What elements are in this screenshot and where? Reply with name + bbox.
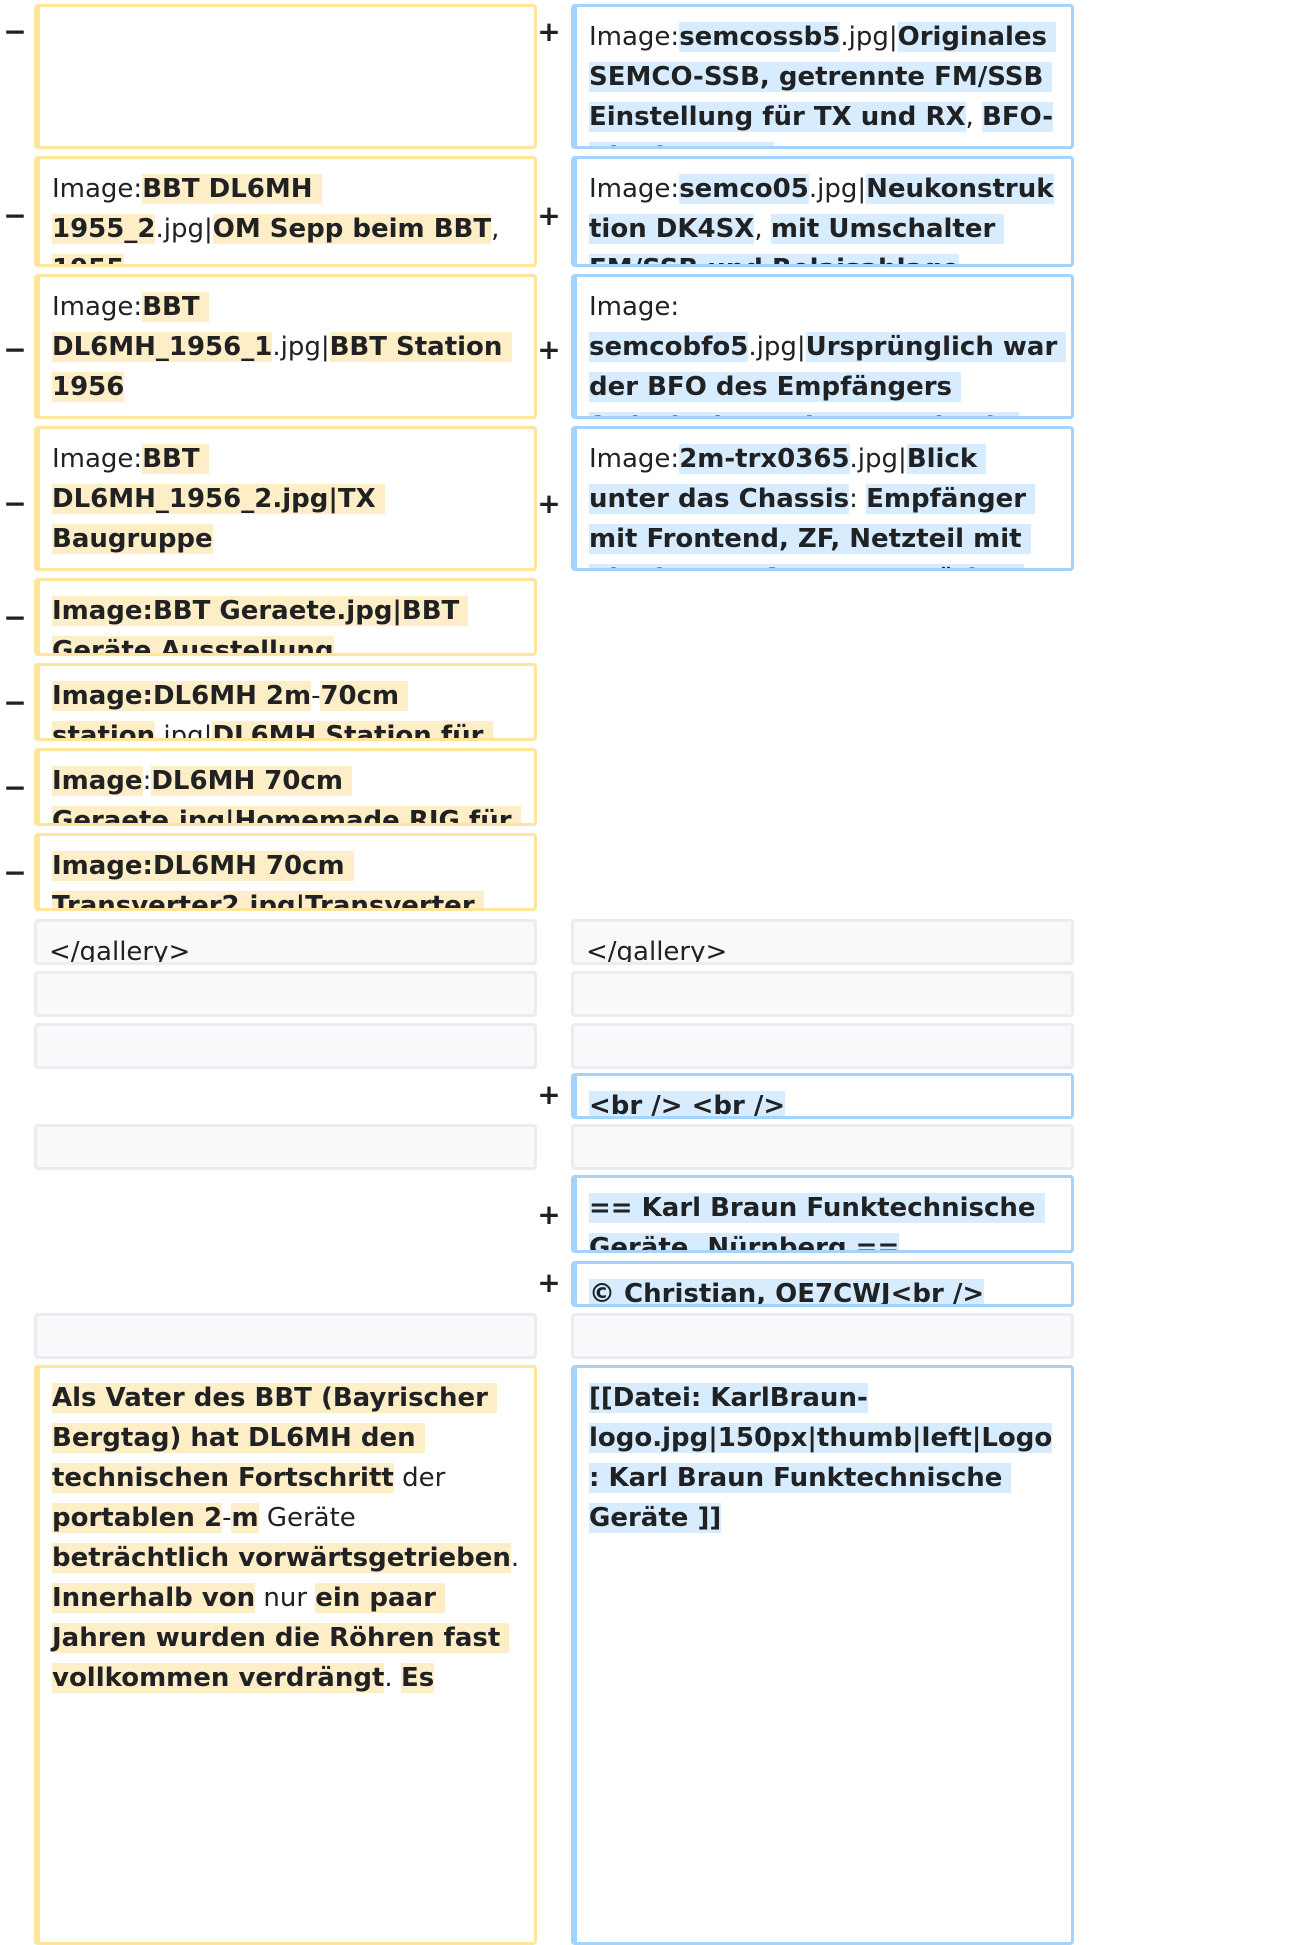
changed-text-segment: semcossb5 [679,22,841,52]
unchanged-text-segment: .jpg| [272,332,330,362]
unchanged-text-segment: .jpg| [849,444,907,474]
deleted-line-bbt-station-1956: Image:BBT DL6MH_1956_1.jpg|BBT Station 1… [34,274,537,419]
changed-text-segment: m [231,1503,259,1533]
context-line-empty [571,1313,1074,1359]
unchanged-text-segment: Image: [589,174,680,204]
unchanged-text-segment: nur [255,1583,316,1613]
added-line-semco05: Image:semco05.jpg|Neukonstruktion DK4SX,… [571,156,1074,267]
changed-text-segment: portablen 2 [52,1503,223,1533]
deleted-line-homemade-rig: Image:DL6MH 70cm Geraete.jpg|Homemade RI… [34,748,537,826]
unchanged-text-segment: Image: [589,292,688,322]
changed-text-segment: Image [52,766,143,796]
added-line-semcossb5: Image:semcossb5.jpg|Originales SEMCO-SSB… [571,4,1074,149]
deletion-marker: − [3,686,27,719]
added-line-2m-trx0365: Image:2m-trx0365.jpg|Blick unter das Cha… [571,426,1074,571]
unchanged-text-segment: </gallery> [586,937,728,965]
context-line-empty [34,1023,537,1069]
context-line-empty [571,1124,1074,1170]
deleted-line-empty [34,4,537,149]
unchanged-text-segment: Image: [52,444,143,474]
addition-marker: + [537,487,561,520]
unchanged-text-segment: der [393,1463,454,1493]
added-line-semcobfo5: Image: semcobfo5.jpg|Ursprünglich war de… [571,274,1074,419]
unchanged-text-segment: , [965,102,983,132]
context-line-gallery-close: </gallery> [34,919,537,965]
unchanged-text-segment: </gallery> [49,937,191,965]
deletion-marker: − [3,601,27,634]
addition-marker: + [537,333,561,366]
changed-text-segment: Image:BBT Geraete.jpg|BBT Geräte Ausstel… [52,596,469,653]
context-line-empty [34,1124,537,1170]
changed-text-segment: Image:DL6MH 2m [52,681,312,711]
unchanged-text-segment: .jpg| [155,721,213,741]
unchanged-text-segment: .jpg| [840,22,898,52]
deleted-line-bbt-1955: Image:BBT DL6MH 1955_2.jpg|OM Sepp beim … [34,156,537,267]
changed-text-segment: <br /> <br /> [589,1091,786,1119]
unchanged-text-segment: Image: [589,444,680,474]
addition-marker: + [537,1266,561,1299]
context-line-empty [34,1313,537,1359]
unchanged-text-segment: . [384,1663,401,1693]
context-line-empty [571,1023,1074,1069]
unchanged-text-segment: Image: [52,292,143,322]
changed-text-segment: semco05 [679,174,809,204]
context-line-gallery-close: </gallery> [571,919,1074,965]
deleted-line-transverter: Image:DL6MH 70cm Transverter2.jpg|Transv… [34,833,537,911]
changed-text-segment: [[Datei: KarlBraun-logo.jpg|150px|thumb|… [589,1383,1053,1533]
changed-text-segment: Innerhalb von [52,1583,256,1613]
addition-marker: + [537,199,561,232]
context-line-empty [571,971,1074,1017]
changed-text-segment: © Christian, OE7CWJ<br /> [589,1279,985,1307]
deletion-marker: − [3,199,27,232]
changed-text-segment: == Karl Braun Funktechnische Geräte, Nür… [589,1193,1045,1250]
unchanged-text-segment: .jpg| [155,214,213,244]
deleted-line-bbt-geraete: Image:BBT Geraete.jpg|BBT Geräte Ausstel… [34,578,537,656]
unchanged-text-segment: .jpg| [808,174,867,204]
unchanged-text-segment: Image: [52,174,143,204]
deletion-marker: − [3,333,27,366]
unchanged-text-segment: : [849,484,867,514]
added-line-br: <br /> <br /> [571,1073,1074,1119]
unchanged-text-segment: Image: [589,22,680,52]
changed-text-segment: 2m-trx0365 [679,444,850,474]
deletion-marker: − [3,15,27,48]
unchanged-text-segment: . [510,1543,528,1573]
changed-text-segment: Image:DL6MH 70cm Transverter2.jpg|Transv… [52,851,484,908]
deletion-marker: − [3,487,27,520]
deletion-marker: − [3,771,27,804]
added-line-datei-karlbraun-logo: [[Datei: KarlBraun-logo.jpg|150px|thumb|… [571,1365,1074,1945]
changed-text-segment: Es [400,1663,435,1693]
unchanged-text-segment: Geräte [258,1503,365,1533]
changed-text-segment: 1955 [52,254,125,264]
unchanged-text-segment: , [491,214,508,244]
changed-text-segment: beträchtlich vorwärtsgetrieben [52,1543,511,1573]
deleted-line-dl6mh-station: Image:DL6MH 2m-70cm station.jpg|DL6MH St… [34,663,537,741]
added-line-karl-braun-heading: == Karl Braun Funktechnische Geräte, Nür… [571,1175,1074,1253]
changed-text-segment: OM Sepp beim BBT [212,214,492,244]
unchanged-text-segment: .jpg| [748,332,806,362]
unchanged-text-segment: , [754,214,771,244]
unchanged-text-segment: : [142,766,152,796]
deletion-marker: − [3,856,27,889]
deleted-line-tx-baugruppe: Image:BBT DL6MH_1956_2.jpg|TX Baugruppe [34,426,537,571]
context-line-empty [34,971,537,1017]
added-line-copyright: © Christian, OE7CWJ<br /> [571,1261,1074,1307]
addition-marker: + [537,1078,561,1111]
addition-marker: + [537,15,561,48]
addition-marker: + [537,1198,561,1231]
deleted-line-vater-des-bbt: Als Vater des BBT (Bayrischer Bergtag) h… [34,1365,537,1945]
changed-text-segment: semcobfo5 [589,332,749,362]
